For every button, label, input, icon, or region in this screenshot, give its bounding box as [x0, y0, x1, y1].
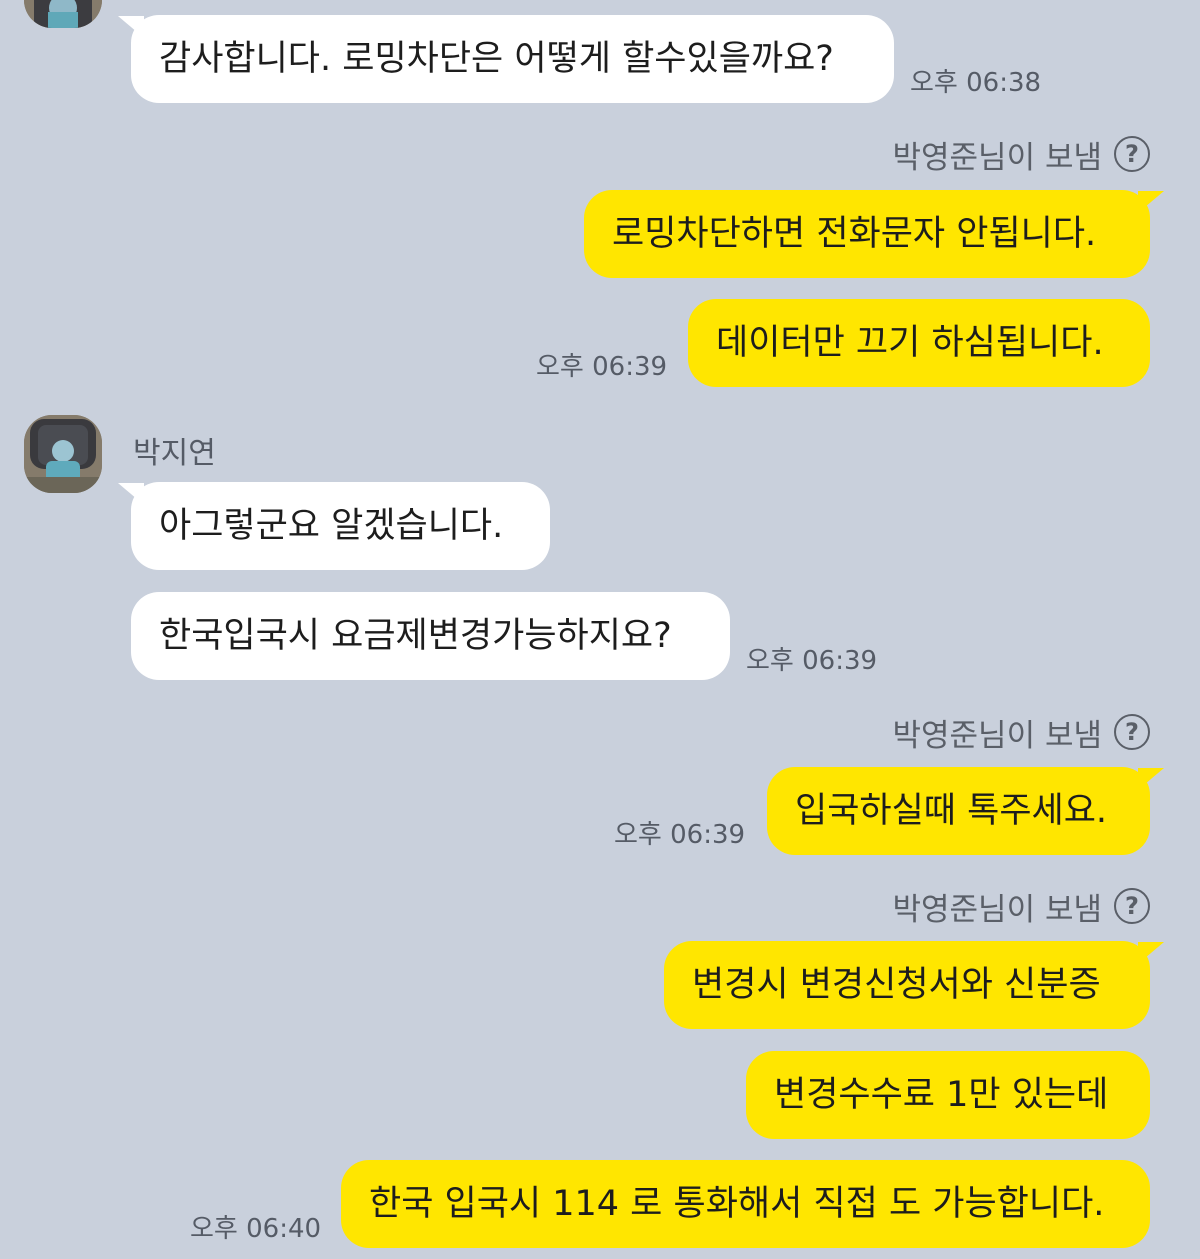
message-time: 오후 06:39 — [746, 646, 878, 676]
help-icon[interactable]: ? — [1114, 714, 1150, 750]
sent-by-label: 박영준님이 보냄 — [892, 139, 1103, 176]
sent-by-header: 박영준님이 보냄 ? — [892, 886, 1150, 928]
message-bubble-outgoing[interactable]: 한국 입국시 114 로 통화해서 직접 도 가능합니다. — [341, 1160, 1150, 1248]
sent-by-header: 박영준님이 보냄 ? — [892, 712, 1150, 754]
sent-by-label: 박영준님이 보냄 — [892, 891, 1103, 928]
sent-by-label: 박영준님이 보냄 — [892, 717, 1103, 754]
sender-name: 박지연 — [133, 436, 216, 471]
message-time: 오후 06:38 — [910, 68, 1042, 98]
avatar-image — [24, 0, 102, 28]
message-bubble-outgoing[interactable]: 입국하실때 톡주세요. — [767, 767, 1150, 855]
avatar-image — [24, 415, 102, 493]
message-bubble-incoming[interactable]: 감사합니다. 로밍차단은 어떻게 할수있을까요? — [131, 15, 894, 103]
avatar[interactable] — [24, 415, 102, 493]
avatar-top[interactable] — [24, 0, 102, 28]
message-time: 오후 06:40 — [190, 1214, 322, 1244]
message-bubble-outgoing[interactable]: 변경시 변경신청서와 신분증 — [664, 941, 1150, 1029]
message-bubble-outgoing[interactable]: 변경수수료 1만 있는데 — [746, 1051, 1150, 1139]
help-icon[interactable]: ? — [1114, 888, 1150, 924]
message-time: 오후 06:39 — [536, 352, 668, 382]
sent-by-header: 박영준님이 보냄 ? — [892, 134, 1150, 176]
message-bubble-outgoing[interactable]: 데이터만 끄기 하심됩니다. — [688, 299, 1150, 387]
help-icon[interactable]: ? — [1114, 136, 1150, 172]
message-bubble-outgoing[interactable]: 로밍차단하면 전화문자 안됩니다. — [584, 190, 1150, 278]
message-bubble-incoming[interactable]: 아그렇군요 알겠습니다. — [131, 482, 550, 570]
message-time: 오후 06:39 — [614, 820, 746, 850]
message-bubble-incoming[interactable]: 한국입국시 요금제변경가능하지요? — [131, 592, 730, 680]
